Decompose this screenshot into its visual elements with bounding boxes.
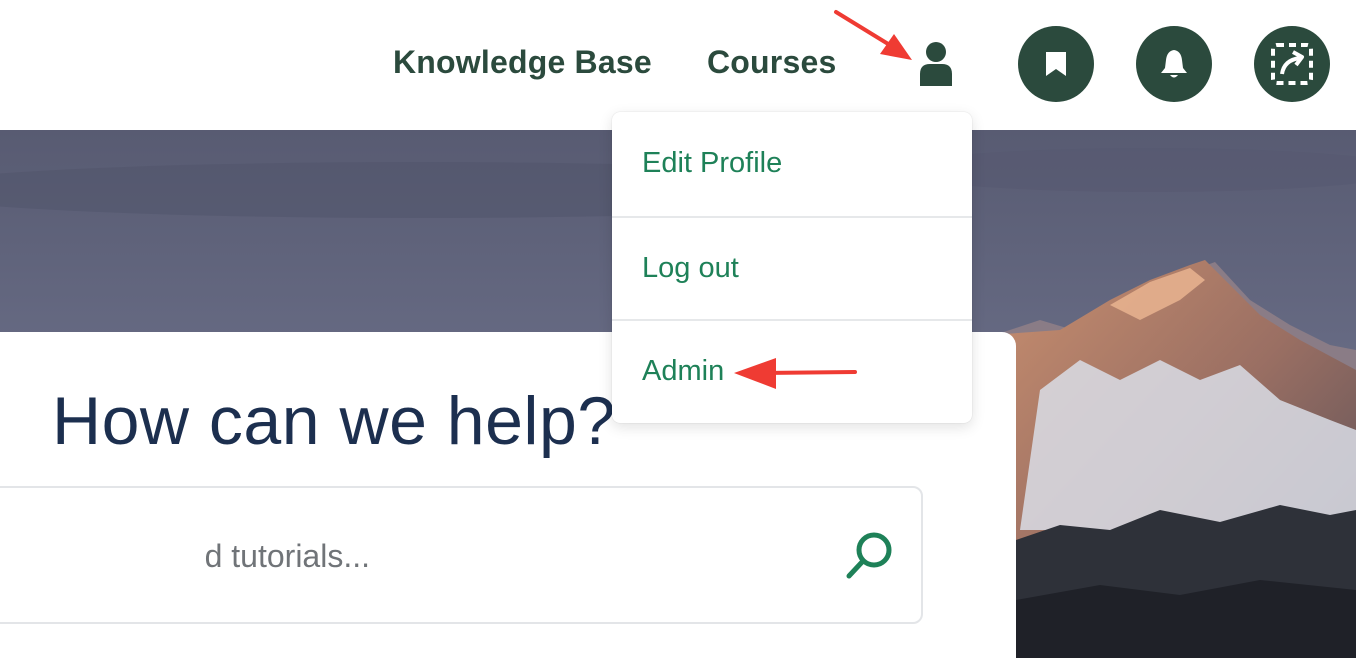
user-icon — [920, 42, 952, 86]
help-heading: How can we help? — [52, 383, 616, 459]
user-menu-button[interactable] — [914, 40, 958, 90]
bookmark-icon — [1046, 52, 1066, 76]
top-navigation-bar: Knowledge Base Courses — [0, 0, 1356, 130]
bell-icon — [1161, 50, 1187, 78]
search-button[interactable] — [842, 530, 898, 582]
nav-knowledge-base-link[interactable]: Knowledge Base — [393, 44, 652, 81]
search-icon — [846, 532, 892, 579]
screen-capture-icon — [1271, 43, 1313, 85]
nav-courses-link[interactable]: Courses — [707, 44, 836, 81]
notifications-button[interactable] — [1136, 26, 1212, 102]
menu-item-edit-profile[interactable]: Edit Profile — [612, 112, 972, 215]
screen-capture-button[interactable] — [1254, 26, 1330, 102]
bookmarks-button[interactable] — [1018, 26, 1094, 102]
user-dropdown-menu: Edit Profile Log out Admin — [612, 112, 972, 423]
menu-item-admin[interactable]: Admin — [612, 319, 972, 422]
menu-item-log-out[interactable]: Log out — [612, 216, 972, 319]
search-input[interactable] — [0, 528, 640, 584]
